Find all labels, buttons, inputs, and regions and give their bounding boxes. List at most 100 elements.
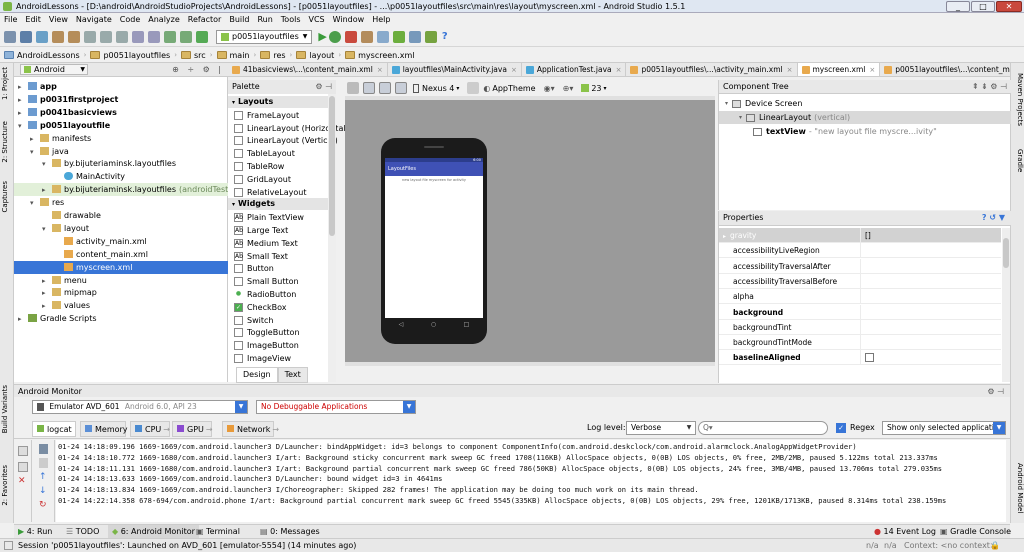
property-baselinealigned[interactable]: baselineAligned xyxy=(719,350,1001,366)
captures-tool-tab[interactable]: Captures xyxy=(1,181,13,212)
palette-item-togglebutton[interactable]: ToggleButton xyxy=(234,326,300,339)
tree-item-p0031firstproject[interactable]: ▸ p0031firstproject xyxy=(14,93,228,106)
clear-log-icon[interactable] xyxy=(39,444,48,454)
maven-projects-tool-tab[interactable]: Maven Projects xyxy=(1012,73,1024,126)
monitor-tab-memory[interactable]: Memory→ xyxy=(80,421,136,437)
tree-item-mainactivity[interactable]: MainActivity xyxy=(14,170,228,183)
regex-checkbox[interactable]: ✓ xyxy=(836,423,846,433)
menu-refactor[interactable]: Refactor xyxy=(184,13,226,27)
pin-icon[interactable]: → xyxy=(163,425,170,434)
app-dropdown[interactable]: No Debuggable Applications ▼ xyxy=(256,400,416,414)
device-screen[interactable]: 6:00 LayoutFiles new layout file myscree… xyxy=(385,158,483,318)
palette-item-small-button[interactable]: Small Button xyxy=(234,275,299,288)
editor-tab-p0051layoutfiles-content-main-xml[interactable]: p0051layoutfiles\...\content_main.xml× xyxy=(880,63,1010,76)
editor-tab-p0051layoutfiles-activity-main-xml[interactable]: p0051layoutfiles\...\activity_main.xml × xyxy=(626,63,798,76)
tree-item-java[interactable]: ▾ java xyxy=(14,145,228,158)
project-tool-tab[interactable]: 1: Project xyxy=(1,67,13,100)
component-device-screen[interactable]: ▾ Device Screen xyxy=(719,97,1011,110)
palette-group-widgets[interactable]: ▾ Widgets xyxy=(228,198,336,211)
palette-item-imagebutton[interactable]: ImageButton xyxy=(234,339,299,352)
close-button[interactable]: ✕ xyxy=(996,1,1022,12)
up-icon[interactable]: ↑ xyxy=(39,472,48,482)
component-textview[interactable]: textView - "new layout file myscre...ivit… xyxy=(719,125,1011,138)
run-config-select[interactable]: p0051layoutfiles ▼ xyxy=(216,29,313,44)
log-search-input[interactable]: Q▾ xyxy=(698,421,828,435)
palette-settings-icon[interactable]: ⚙ ⊣ xyxy=(315,80,332,94)
menu-build[interactable]: Build xyxy=(225,13,253,27)
theme-select[interactable]: ◐ AppTheme xyxy=(483,84,535,93)
property-value[interactable] xyxy=(861,350,874,364)
palette-item-large-text[interactable]: Ab Large Text xyxy=(234,224,288,237)
property-value[interactable]: [] xyxy=(861,228,871,242)
find-icon[interactable] xyxy=(132,30,144,43)
menu-window[interactable]: Window xyxy=(329,13,369,27)
filter-dropdown[interactable]: Show only selected application ▼ xyxy=(882,421,1006,435)
monitor-tab-gpu[interactable]: GPU → xyxy=(172,421,213,437)
tree-item-p0051layoutfile[interactable]: ▾ p0051layoutfile xyxy=(14,119,228,132)
palette-item-switch[interactable]: Switch xyxy=(234,314,273,327)
palette-item-gridlayout[interactable]: GridLayout xyxy=(234,173,291,186)
orientation-icon[interactable] xyxy=(379,82,391,94)
sync-icon[interactable] xyxy=(36,30,48,43)
palette-item-medium-text[interactable]: Ab Medium Text xyxy=(234,237,298,250)
palette-item-relativelayout[interactable]: RelativeLayout xyxy=(234,186,306,199)
design-surface-icon[interactable] xyxy=(347,82,359,94)
back-icon[interactable] xyxy=(164,30,176,43)
locale-icon[interactable]: ⊕▾ xyxy=(563,84,574,93)
panel-settings-icon[interactable]: ⊕ ÷ ⚙ | xyxy=(172,65,228,74)
close-icon[interactable]: × xyxy=(377,63,383,76)
help-icon[interactable]: ? xyxy=(442,31,448,42)
palette-item-imageview[interactable]: ImageView xyxy=(234,352,291,365)
menu-navigate[interactable]: Navigate xyxy=(72,13,116,27)
palette-group-layouts[interactable]: ▾ Layouts xyxy=(228,96,336,108)
palette-item-tablerow[interactable]: TableRow xyxy=(234,160,284,173)
copy-icon[interactable] xyxy=(100,30,112,43)
make-icon[interactable] xyxy=(196,30,208,43)
log-level-dropdown[interactable]: Verbose ▼ xyxy=(626,421,696,435)
tree-item-mipmap[interactable]: ▸ mipmap xyxy=(14,286,228,299)
property-value[interactable] xyxy=(861,320,865,334)
menu-edit[interactable]: Edit xyxy=(21,13,45,27)
todo-tab[interactable]: ☰ TODO xyxy=(66,525,99,539)
cut-icon[interactable] xyxy=(84,30,96,43)
property-backgroundtintmode[interactable]: backgroundTintMode xyxy=(719,335,1001,351)
property-alpha[interactable]: alpha xyxy=(719,289,1001,305)
logcat-output[interactable]: 01-24 14:18:09.196 1669-1669/com.android… xyxy=(56,440,1006,522)
menu-help[interactable]: Help xyxy=(368,13,394,27)
breadcrumb-item[interactable]: res xyxy=(256,48,289,63)
pin-icon[interactable]: → xyxy=(272,425,279,434)
close-icon[interactable]: × xyxy=(511,63,517,76)
palette-item-tablelayout[interactable]: TableLayout xyxy=(234,147,295,160)
chevron-down-icon[interactable]: ▾ xyxy=(739,111,742,124)
tree-item-by-bijuteriaminsk-layoutfiles[interactable]: ▸ by.bijuteriaminsk.layoutfiles (androidTe… xyxy=(14,183,231,197)
device-monitor-icon[interactable] xyxy=(408,30,421,43)
tab-design[interactable]: Design xyxy=(236,367,278,383)
breadcrumb-item[interactable]: myscreen.xml xyxy=(341,48,418,63)
close-icon[interactable]: × xyxy=(787,63,793,76)
stop-icon[interactable] xyxy=(344,30,357,43)
property-accessibilitytraversalafter[interactable]: accessibilityTraversalAfter xyxy=(719,258,1001,274)
tree-item-drawable[interactable]: drawable xyxy=(14,209,228,222)
tree-item-content-main-xml[interactable]: content_main.xml xyxy=(14,248,228,261)
property-value[interactable] xyxy=(861,335,865,349)
properties-scrollbar[interactable] xyxy=(1002,228,1010,382)
property-value[interactable] xyxy=(861,289,865,303)
minimize-button[interactable]: _ xyxy=(946,1,970,12)
tree-item-by-bijuteriaminsk-layoutfiles[interactable]: ▾ by.bijuteriaminsk.layoutfiles xyxy=(14,157,228,170)
monitor-tab-logcat[interactable]: logcat xyxy=(32,421,76,437)
palette-item-framelayout[interactable]: FrameLayout xyxy=(234,109,299,122)
grid-icon[interactable] xyxy=(395,82,407,94)
device-dropdown[interactable]: Emulator AVD_601 Android 6.0, API 23 ▼ xyxy=(32,400,248,414)
down-icon[interactable]: ↓ xyxy=(39,486,48,496)
screen-record-icon[interactable] xyxy=(18,462,28,472)
breadcrumb-item[interactable]: AndroidLessons xyxy=(0,48,84,63)
project-view-select[interactable]: Android ▼ xyxy=(20,64,88,75)
tree-item-manifests[interactable]: ▸ manifests xyxy=(14,132,228,145)
attach-icon[interactable] xyxy=(360,30,373,43)
property-backgroundtint[interactable]: backgroundTint xyxy=(719,319,1001,335)
close-icon[interactable]: × xyxy=(869,63,875,76)
component-linearlayout[interactable]: ▾ LinearLayout (vertical) xyxy=(719,111,1011,124)
editor-tab-layoutfiles-mainactivity-java[interactable]: layoutfiles\MainActivity.java × xyxy=(388,63,522,76)
screenshot-icon[interactable] xyxy=(18,446,28,456)
tree-item-values[interactable]: ▸ values xyxy=(14,299,228,312)
